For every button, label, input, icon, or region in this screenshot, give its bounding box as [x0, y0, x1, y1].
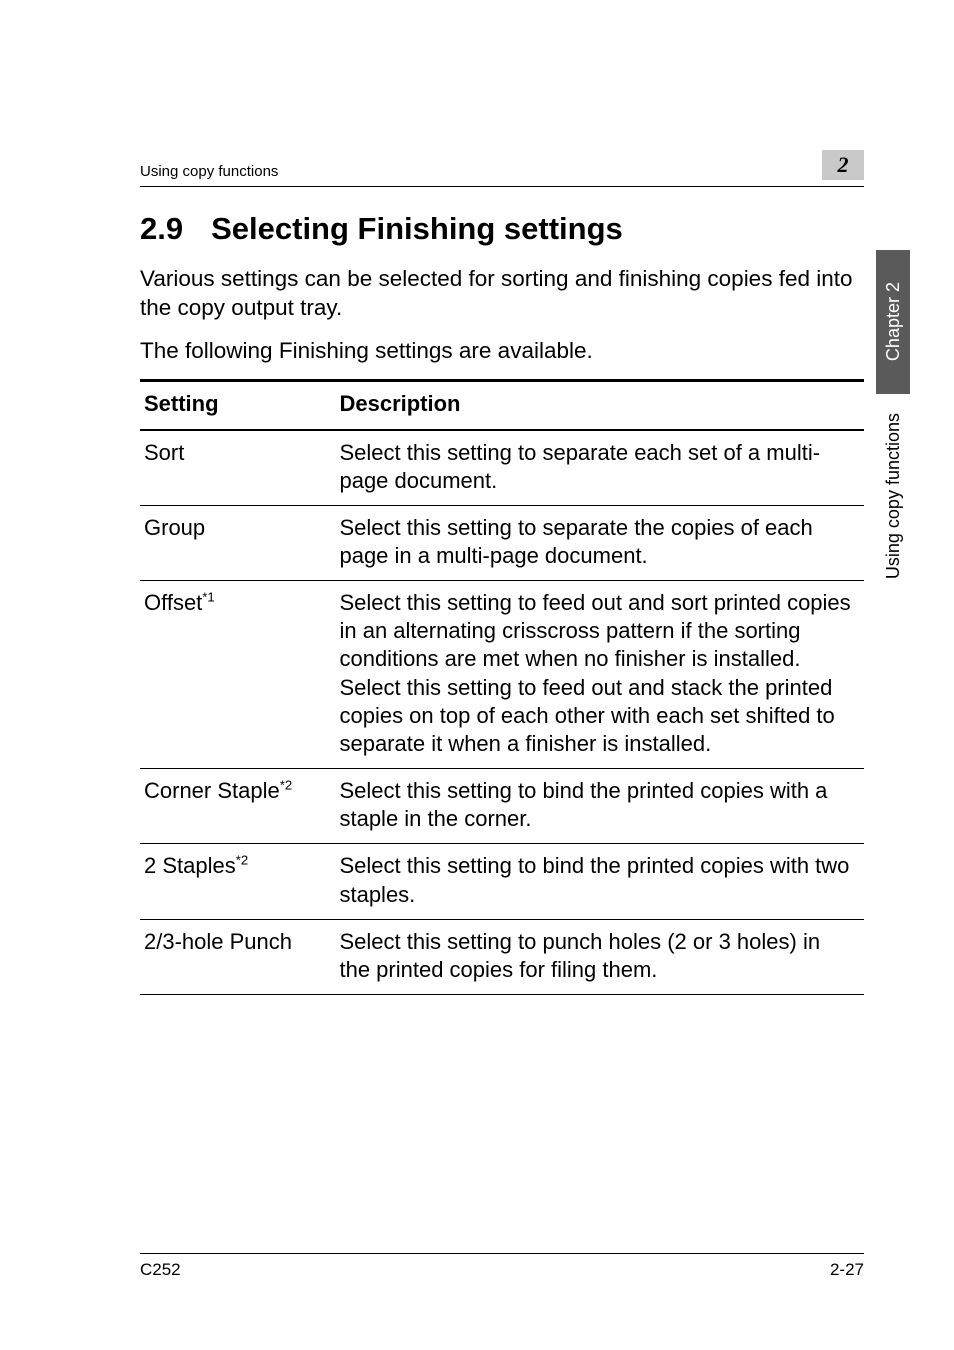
table-row: Group Select this setting to separate th… [140, 505, 864, 580]
table-row: Corner Staple*2 Select this setting to b… [140, 769, 864, 844]
side-tab-section: Using copy functions [876, 394, 910, 599]
table-cell-description: Select this setting to bind the printed … [335, 769, 864, 844]
table-cell-setting: 2 Staples*2 [140, 844, 335, 919]
table-cell-description: Select this setting to feed out and sort… [335, 581, 864, 769]
side-tab-chapter-label: Chapter 2 [883, 282, 904, 361]
table-row: Offset*1 Select this setting to feed out… [140, 581, 864, 769]
table-header-row: Setting Description [140, 381, 864, 430]
settings-table: Setting Description Sort Select this set… [140, 379, 864, 995]
header-rule [140, 186, 864, 187]
table-cell-description: Select this setting to bind the printed … [335, 844, 864, 919]
footer-right: 2-27 [830, 1260, 864, 1280]
table-cell-description: Select this setting to punch holes (2 or… [335, 919, 864, 994]
footer-left: C252 [140, 1260, 181, 1280]
table-row: 2/3-hole Punch Select this setting to pu… [140, 919, 864, 994]
table-row: 2 Staples*2 Select this setting to bind … [140, 844, 864, 919]
table-header-description: Description [335, 381, 864, 430]
table-cell-description: Select this setting to separate each set… [335, 430, 864, 506]
section-title-text: Selecting Finishing settings [211, 211, 623, 246]
table-cell-setting: Offset*1 [140, 581, 335, 769]
running-head-text: Using copy functions [140, 163, 278, 180]
side-tab-section-label: Using copy functions [883, 413, 904, 579]
chapter-badge: 2 [822, 150, 864, 180]
table-cell-setting: 2/3-hole Punch [140, 919, 335, 994]
table-header-setting: Setting [140, 381, 335, 430]
page-footer: C252 2-27 [140, 1253, 864, 1280]
intro-paragraph-1: Various settings can be selected for sor… [140, 265, 864, 323]
table-cell-description: Select this setting to separate the copi… [335, 505, 864, 580]
table-row: Sort Select this setting to separate eac… [140, 430, 864, 506]
intro-paragraph-2: The following Finishing settings are ava… [140, 337, 864, 366]
section-title: 2.9 Selecting Finishing settings [140, 211, 864, 247]
section-number: 2.9 [140, 211, 183, 247]
side-tab-chapter: Chapter 2 [876, 250, 910, 394]
table-cell-setting: Sort [140, 430, 335, 506]
table-cell-setting: Corner Staple*2 [140, 769, 335, 844]
table-cell-setting: Group [140, 505, 335, 580]
